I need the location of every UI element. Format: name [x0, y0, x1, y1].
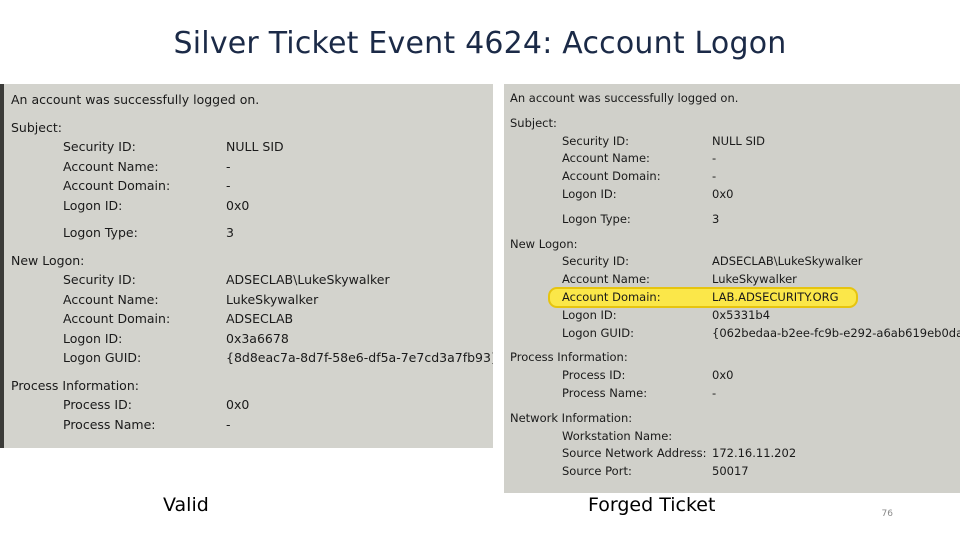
- field-label: Account Name:: [562, 151, 650, 166]
- field-value: {062bedaa-b2ee-fc9b-e292-a6ab619eb0da}: [712, 325, 960, 340]
- event-summary: An account was successfully logged on.: [11, 92, 260, 107]
- field-label: Logon ID:: [562, 187, 617, 201]
- field-label: Process Name:: [562, 386, 648, 400]
- field-value: -: [226, 178, 231, 193]
- field-label: Account Name:: [63, 158, 159, 174]
- field-value: LukeSkywalker: [712, 272, 797, 287]
- field-value: 0x0: [712, 368, 734, 383]
- field-label: Security ID:: [63, 272, 136, 287]
- field-label: Security ID:: [562, 254, 630, 269]
- field-label: Security ID:: [63, 139, 136, 154]
- field-value: 0x3a6678: [226, 330, 289, 346]
- field-value: -: [712, 386, 717, 400]
- field-label: Account Domain:: [562, 169, 661, 184]
- field-label: Process Name:: [63, 416, 156, 432]
- event-summary: An account was successfully logged on.: [510, 91, 739, 105]
- field-label: Process ID:: [63, 397, 132, 412]
- field-label: Logon GUID:: [562, 325, 634, 340]
- slide-root: Silver Ticket Event 4624: Account Logon …: [0, 0, 960, 540]
- field-value: ADSECLAB: [226, 311, 294, 326]
- section-heading: Process Information:: [11, 377, 139, 393]
- field-label: Source Network Address:: [562, 446, 707, 461]
- field-label: Source Port:: [562, 464, 632, 479]
- caption-valid: Valid: [163, 494, 209, 516]
- field-value: 50017: [712, 464, 749, 479]
- forged-event-body: An account was successfully logged on. Su…: [504, 84, 960, 493]
- field-value: ADSECLAB\LukeSkywalker: [226, 272, 390, 287]
- field-value: ADSECLAB\LukeSkywalker: [712, 254, 863, 269]
- section-heading: Subject:: [510, 115, 557, 130]
- field-value: 3: [712, 211, 720, 226]
- field-value: -: [712, 151, 717, 166]
- valid-event-body: An account was successfully logged on. Su…: [4, 84, 493, 448]
- field-value: 3: [226, 225, 234, 240]
- section-heading: Subject:: [11, 119, 62, 135]
- field-value: -: [712, 169, 717, 184]
- page-title: Silver Ticket Event 4624: Account Logon: [173, 26, 787, 61]
- field-label: Account Name:: [562, 272, 650, 287]
- field-label: Security ID:: [562, 133, 630, 148]
- field-label: Workstation Name:: [562, 428, 673, 443]
- field-value: LAB.ADSECURITY.ORG: [712, 290, 839, 304]
- field-value: NULL SID: [226, 139, 284, 154]
- field-value: NULL SID: [712, 133, 766, 148]
- field-value: 0x0: [712, 187, 734, 201]
- field-label: Logon ID:: [63, 197, 123, 213]
- section-heading: New Logon:: [11, 252, 85, 268]
- field-label: Logon Type:: [63, 225, 138, 240]
- field-value: 0x5331b4: [712, 307, 771, 322]
- page-number: 76: [881, 509, 893, 519]
- field-value: LukeSkywalker: [226, 291, 319, 307]
- field-value: -: [226, 158, 231, 174]
- field-label: Account Domain:: [63, 311, 171, 326]
- field-label: Account Domain:: [562, 290, 661, 304]
- field-value: 0x0: [226, 397, 250, 412]
- forged-event-panel: An account was successfully logged on. Su…: [504, 84, 960, 493]
- section-heading: Process Information:: [510, 350, 628, 365]
- field-label: Logon Type:: [562, 211, 631, 226]
- field-label: Logon GUID:: [63, 350, 142, 365]
- field-label: Account Name:: [63, 291, 159, 307]
- field-value: {8d8eac7a-8d7f-58e6-df5a-7e7cd3a7fb93}: [226, 350, 493, 365]
- section-heading: New Logon:: [510, 236, 578, 251]
- valid-event-panel: An account was successfully logged on. Su…: [0, 84, 493, 448]
- field-label: Account Domain:: [63, 178, 171, 193]
- section-heading: Network Information:: [510, 410, 633, 425]
- field-value: -: [226, 416, 231, 432]
- field-value: 172.16.11.202: [712, 446, 797, 461]
- caption-forged: Forged Ticket: [588, 494, 716, 516]
- field-label: Logon ID:: [562, 307, 617, 322]
- field-value: 0x0: [226, 197, 250, 213]
- field-label: Logon ID:: [63, 330, 123, 346]
- field-label: Process ID:: [562, 368, 626, 383]
